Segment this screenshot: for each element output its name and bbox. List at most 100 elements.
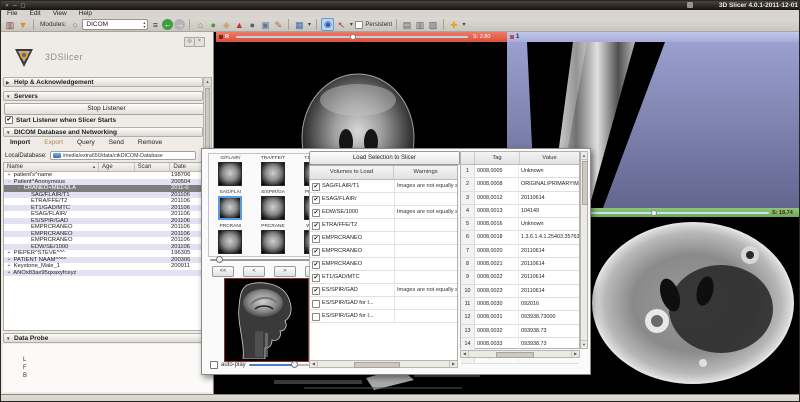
load-scene-icon[interactable]: ▥ — [4, 19, 16, 31]
module-panel-icon[interactable]: ≡ — [149, 19, 161, 31]
column-header-date[interactable]: Date — [170, 163, 204, 171]
pin-icon[interactable] — [219, 35, 223, 39]
volume-row[interactable]: ES/SPIR/GAD for I... — [310, 297, 457, 310]
table-row[interactable]: + ANOx83ax95qxaxyfceyz — [4, 270, 204, 277]
metadata-row[interactable]: 9 0008,0022 20110614 — [461, 271, 579, 284]
metadata-row[interactable]: 4 0008,0013 104149 — [461, 205, 579, 218]
persistent-checkbox[interactable]: Persistent — [355, 21, 392, 29]
volume-checkbox[interactable] — [312, 183, 320, 191]
screen-capture-icon[interactable]: ▤ — [401, 19, 413, 31]
nav-button[interactable]: < — [243, 266, 265, 277]
section-servers[interactable]: Servers — [3, 91, 203, 101]
column-header-name[interactable]: Name ▲ — [4, 163, 99, 171]
menu-item[interactable]: File — [1, 10, 23, 18]
section-help-acknowledgement[interactable]: Help & Acknowledgement — [3, 77, 203, 87]
red-slice-controller[interactable]: R S: 2.80 — [216, 32, 507, 42]
series-thumbnail[interactable]: S/SPIR/GA — [252, 188, 295, 222]
autoplay-checkbox[interactable] — [210, 361, 218, 369]
metadata-row[interactable]: 8 0008,0021 20110614 — [461, 258, 579, 271]
metadata-row[interactable]: 10 0008,0023 20110614 — [461, 285, 579, 298]
nav-button[interactable]: << — [212, 266, 234, 277]
series-thumbnail[interactable]: G/FLAIR/ — [209, 154, 252, 188]
metadata-vscrollbar[interactable]: ▲▼ — [580, 151, 588, 349]
volume-row[interactable]: EDW/SE/1000 Images are not equally space… — [310, 206, 457, 219]
save-scene-icon[interactable]: ▼ — [17, 19, 29, 31]
tab-item[interactable]: Export — [37, 139, 70, 146]
volume-checkbox[interactable] — [312, 248, 320, 256]
annotation-icon[interactable]: ✎ — [272, 19, 284, 31]
volume-row[interactable]: ET1/GAD/MTC — [310, 271, 457, 284]
metadata-row[interactable]: 5 0008,0016 Unknown — [461, 218, 579, 231]
add-data-dropdown-icon[interactable]: ▾ — [461, 19, 467, 31]
volumes-hscrollbar[interactable]: ◀▶ — [309, 360, 458, 368]
volume-row[interactable]: ES/SPIR/GAD Images are not equally space… — [310, 284, 457, 297]
scroll-up-icon[interactable]: ▲ — [204, 78, 211, 87]
series-thumbnail[interactable]: SAG/FLAI — [209, 188, 252, 222]
volume-checkbox[interactable] — [312, 300, 320, 308]
volume-checkbox[interactable] — [312, 222, 320, 230]
layout-icon[interactable]: ▦ — [293, 19, 305, 31]
load-selection-button[interactable]: Load Selection to Slicer — [309, 151, 460, 165]
volume-row[interactable]: ETRA/FFE/T2 — [310, 219, 457, 232]
volume-checkbox[interactable] — [312, 196, 320, 204]
volumes-icon[interactable]: ▲ — [233, 19, 245, 31]
volume-row[interactable]: EMPRCRANEO — [310, 245, 457, 258]
screenshot-icon[interactable]: ▣ — [259, 19, 271, 31]
series-preview[interactable] — [224, 278, 309, 362]
extensions-icon[interactable]: ● — [207, 19, 219, 31]
panel-close-icon[interactable]: × — [194, 37, 205, 47]
volume-checkbox[interactable] — [312, 235, 320, 243]
volume-row[interactable]: ES/SPIR/GAD for I... — [310, 310, 457, 323]
scene-view-icon[interactable]: ▥ — [414, 19, 426, 31]
stop-listener-button[interactable]: Stop Listener — [4, 103, 209, 115]
series-thumbnail[interactable]: TRA/FFE/T — [252, 154, 295, 188]
tab-item[interactable]: Remove — [131, 139, 169, 146]
metadata-row[interactable]: 2 0008,0008 ORIGINAL\PRIMARY\M_IR\M — [461, 178, 579, 191]
scene-view-restore-icon[interactable]: ▨ — [427, 19, 439, 31]
metadata-row[interactable]: 1 0008,0005 Unknown — [461, 165, 579, 178]
expander-icon[interactable]: + — [6, 270, 12, 277]
menu-item[interactable]: View — [47, 10, 73, 18]
volume-row[interactable]: SAG/FLAIR/T1 Images are not equally spac… — [310, 180, 457, 193]
volume-checkbox[interactable] — [312, 287, 320, 295]
add-data-icon[interactable]: ✚ — [448, 19, 460, 31]
back-icon[interactable]: ← — [162, 19, 173, 30]
metadata-hscrollbar[interactable]: ◀▶ — [460, 350, 580, 358]
layout-dropdown-icon[interactable]: ▾ — [306, 19, 312, 31]
models-icon[interactable]: ● — [246, 19, 258, 31]
volume-checkbox[interactable] — [312, 209, 320, 217]
volume-row[interactable]: EMPRCRANEO — [310, 232, 457, 245]
metadata-row[interactable]: 6 0008,0018 1.3.6.1.4.1.25403.35763 — [461, 231, 579, 244]
modules-combobox[interactable]: DICOM — [82, 19, 148, 30]
volumes-header-name[interactable]: Volumes to Load — [310, 166, 394, 179]
start-listener-checkbox[interactable]: ✔ Start Listener when Slicer Starts — [5, 116, 116, 124]
slider-handle[interactable] — [651, 210, 657, 216]
volume-checkbox[interactable] — [312, 274, 320, 282]
section-dicom-database[interactable]: DICOM Database and Networking — [3, 127, 203, 137]
threed-view-header[interactable]: 1 — [507, 32, 800, 42]
column-header-scan[interactable]: Scan — [135, 163, 171, 171]
series-thumbnail[interactable]: PRCRANI — [209, 222, 252, 256]
series-thumbnail[interactable]: PRCRANE — [252, 222, 295, 256]
metadata-row[interactable]: 3 0008,0012 20110614 — [461, 192, 579, 205]
forward-icon[interactable]: → — [174, 19, 185, 30]
local-database-field[interactable]: /media/extra650/data/ctkDICOM-Database — [50, 151, 196, 160]
mouse-mode-dropdown-icon[interactable]: ▾ — [348, 19, 354, 31]
mouse-interaction-icon[interactable]: ↖ — [335, 19, 347, 31]
column-header-age[interactable]: Age — [99, 163, 135, 171]
volumes-header-warnings[interactable]: Warnings — [394, 166, 457, 179]
value-column-header[interactable]: Value — [520, 152, 579, 164]
metadata-row[interactable]: 13 0008,0032 093938.73 — [461, 325, 579, 338]
tab-item[interactable]: Send — [102, 139, 131, 146]
section-data-probe[interactable]: Data Probe — [3, 333, 203, 343]
search-icon[interactable]: ○ — [69, 19, 81, 31]
menu-item[interactable]: Help — [73, 10, 98, 18]
slider-handle[interactable] — [350, 34, 356, 40]
speed-slider-handle[interactable] — [291, 361, 298, 368]
module-wizard-icon[interactable]: ◆ — [220, 19, 232, 31]
menu-item[interactable]: Edit — [23, 10, 46, 18]
metadata-row[interactable]: 7 0008,0020 20110614 — [461, 245, 579, 258]
volume-checkbox[interactable] — [312, 261, 320, 269]
crosshair-icon[interactable]: ◉ — [321, 18, 334, 31]
volume-row[interactable]: EMPRCRANEO — [310, 258, 457, 271]
